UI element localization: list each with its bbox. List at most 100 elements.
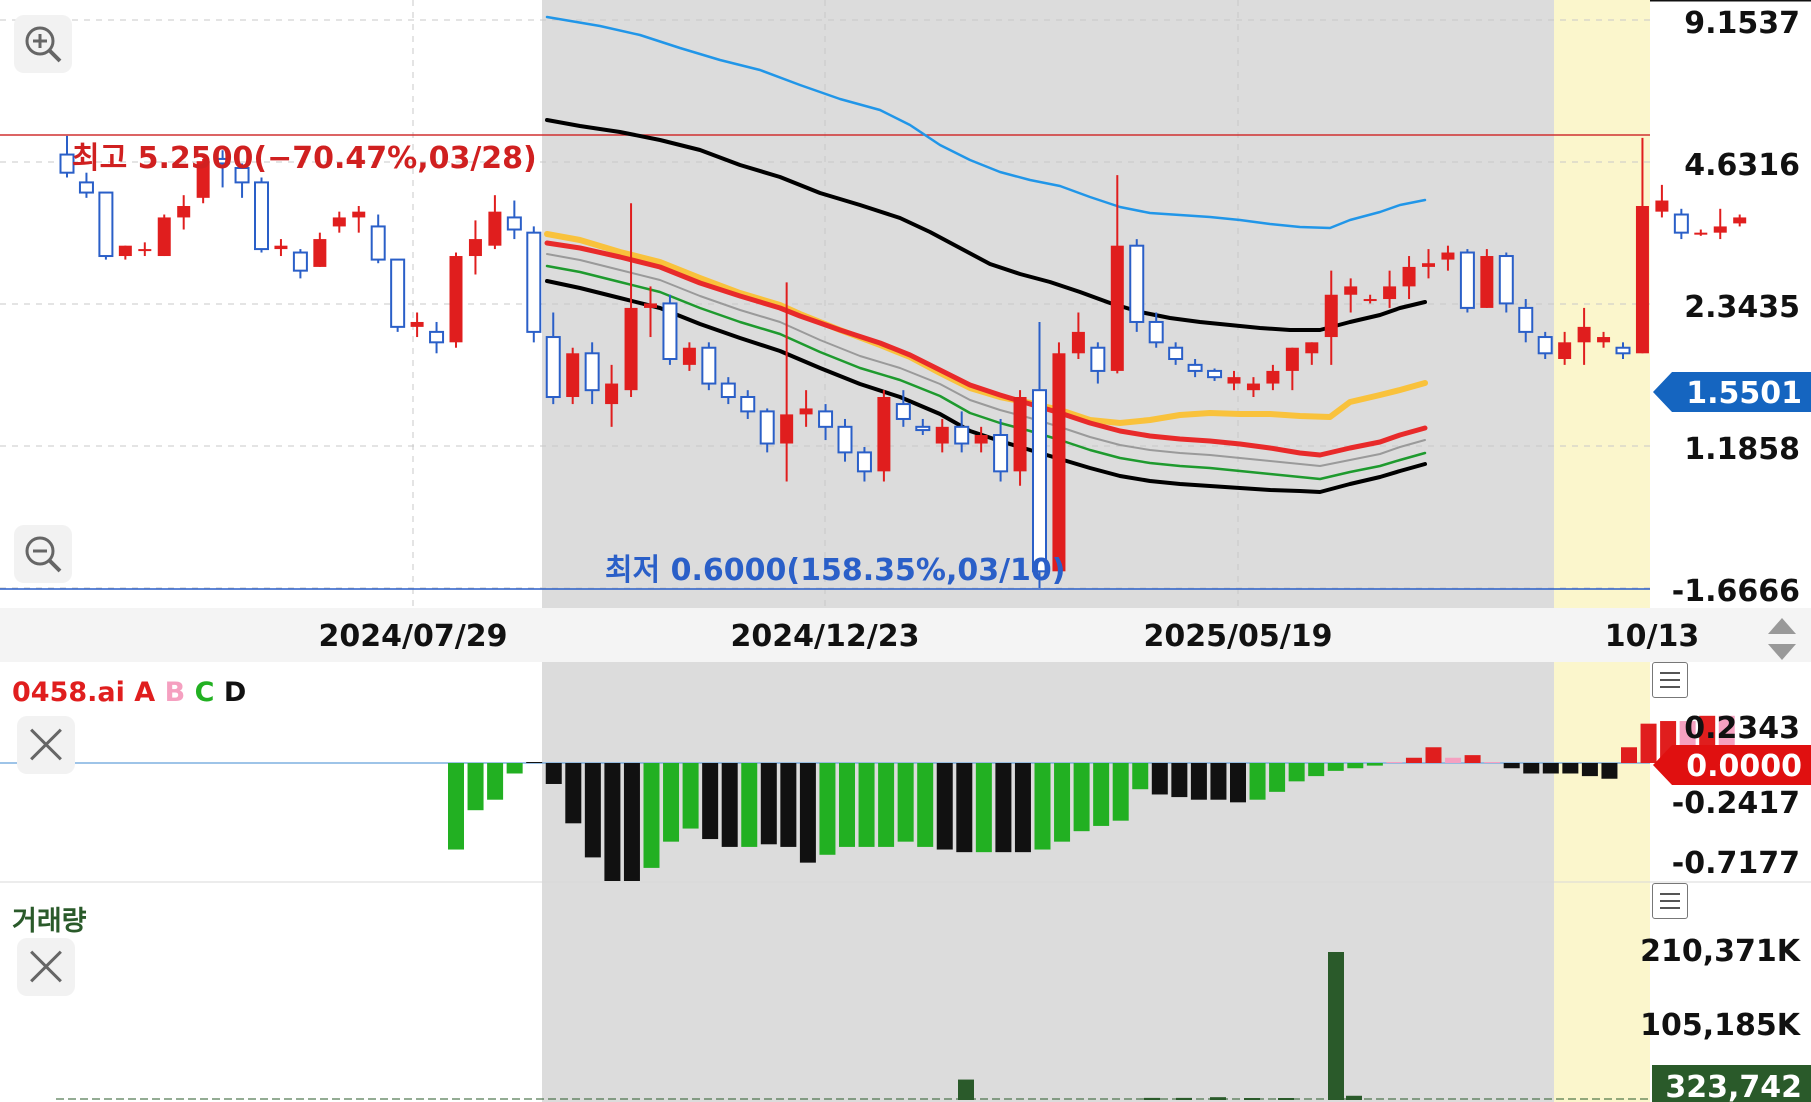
oscillator-bar — [448, 763, 464, 850]
candle-body — [1148, 320, 1164, 344]
high-label: 최고 5.2500(−70.47%,03/28) — [72, 141, 537, 176]
menu-icon — [1660, 893, 1680, 895]
candle-body — [370, 225, 386, 261]
volume-bar — [1144, 1097, 1160, 1100]
date-tick: 2024/12/23 — [731, 619, 920, 654]
volume-axis: 210,371K 105,185K 323,742 — [1640, 934, 1811, 1102]
oscillator-name: 0458.ai — [12, 677, 125, 708]
candle-body — [177, 206, 191, 218]
candle-body — [429, 330, 445, 344]
candle-body — [1441, 252, 1455, 260]
oscillator-bar — [741, 763, 758, 847]
oscillator-bar — [506, 763, 523, 774]
price-tick: 2.3435 — [1684, 290, 1800, 325]
oscillator-bar — [780, 763, 797, 847]
candle-body — [1207, 369, 1223, 379]
oscillator-bar — [1347, 763, 1364, 769]
candle-body — [1597, 337, 1611, 343]
oscillator-bar — [975, 763, 992, 853]
candle-body — [292, 251, 308, 272]
close-volume-button[interactable] — [17, 938, 75, 996]
candle-body — [468, 239, 482, 257]
candle — [1655, 184, 1669, 218]
candle-body — [935, 426, 949, 444]
oscillator-bar — [1445, 757, 1462, 763]
candle-body — [1110, 245, 1124, 371]
candle — [254, 177, 269, 253]
oscillator-bar — [1230, 763, 1246, 803]
scroll-arrows-icon[interactable] — [1758, 614, 1806, 664]
candle-body — [449, 256, 463, 343]
candle-body — [1558, 342, 1572, 360]
oscillator-bar — [702, 763, 719, 840]
candle — [352, 206, 366, 233]
candle-body — [993, 434, 1009, 473]
oscillator-bar — [1151, 763, 1168, 795]
oscillator-tick: 0.2343 — [1684, 711, 1800, 746]
price-tick: -1.6666 — [1672, 574, 1800, 609]
oscillator-bar — [526, 762, 543, 763]
candle — [1694, 229, 1708, 236]
close-oscillator-button[interactable] — [17, 716, 75, 774]
candle — [157, 214, 171, 257]
candle-body — [545, 336, 561, 399]
oscillator-bar — [1523, 763, 1540, 774]
candle — [390, 258, 406, 332]
candle — [1713, 208, 1727, 240]
candle-body — [1694, 232, 1708, 235]
oscillator-bar — [1269, 763, 1286, 792]
candle-body — [1480, 256, 1494, 308]
candle-body — [274, 245, 288, 250]
candle-body — [1032, 389, 1047, 573]
candle-body — [78, 181, 94, 194]
date-tick: 2024/07/29 — [319, 619, 508, 654]
oscillator-bar — [917, 763, 934, 847]
zoom-in-button[interactable] — [14, 15, 72, 73]
volume-bar — [1278, 1098, 1294, 1100]
date-tick: 2025/05/19 — [1144, 619, 1333, 654]
candle-body — [895, 403, 911, 420]
candle — [449, 252, 463, 348]
candle — [526, 226, 542, 343]
oscillator-menu-button[interactable] — [1652, 662, 1688, 698]
candle-body — [1363, 299, 1377, 302]
candle — [877, 390, 891, 482]
oscillator-bar — [1562, 763, 1579, 774]
candle-body — [566, 353, 580, 398]
volume-bar — [1210, 1097, 1226, 1100]
oscillator-bar — [565, 763, 582, 824]
candle — [488, 195, 502, 250]
candle-body — [332, 217, 346, 227]
candle-body — [799, 408, 813, 415]
candle — [1733, 214, 1747, 227]
candle-body — [837, 425, 853, 454]
oscillator-bar — [1288, 763, 1305, 782]
oscillator-bar — [1484, 762, 1501, 763]
oscillator-bar — [487, 763, 504, 800]
oscillator-bar — [1366, 763, 1383, 766]
oscillator-bar — [1073, 763, 1090, 832]
candle-body — [1305, 342, 1319, 354]
oscillator-bar — [663, 763, 680, 842]
oscillator-tick: -0.7177 — [1672, 846, 1800, 881]
zoom-out-button[interactable] — [14, 525, 72, 583]
candle-body — [624, 307, 638, 391]
oscillator-bar — [623, 763, 640, 881]
candle-body — [1344, 286, 1358, 295]
candle-body — [1227, 377, 1241, 384]
oscillator-bar — [1621, 747, 1637, 763]
candle-body — [1246, 383, 1260, 391]
candle-body — [390, 258, 406, 328]
oscillator-bar — [995, 763, 1012, 853]
candle-body — [1713, 226, 1727, 233]
volume-bar — [1328, 952, 1344, 1100]
candle-body — [1655, 200, 1669, 212]
candle-body — [1615, 346, 1631, 355]
candle-body — [254, 181, 269, 251]
oscillator-bar — [839, 763, 855, 847]
oscillator-bar — [799, 763, 816, 863]
candle — [1052, 342, 1066, 582]
price-tick: 4.6316 — [1684, 148, 1800, 183]
volume-menu-button[interactable] — [1652, 883, 1688, 919]
candle-body — [605, 383, 619, 405]
